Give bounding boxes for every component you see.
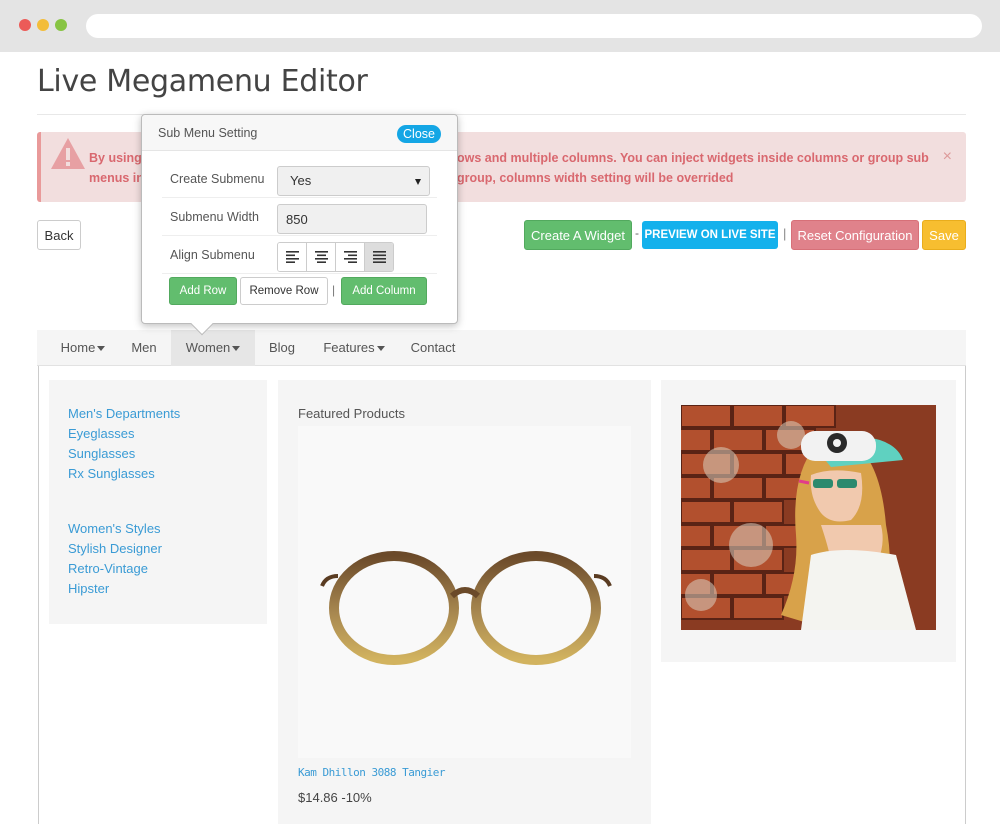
- add-row-button[interactable]: Add Row: [169, 277, 237, 305]
- link-womens-styles[interactable]: Women's Styles: [68, 521, 161, 536]
- page-content: Live Megamenu Editor By using ows and mu…: [0, 52, 1000, 824]
- product-price: $14.86 -10%: [298, 790, 372, 805]
- submenu-width-input[interactable]: [277, 204, 427, 234]
- link-stylish-designer[interactable]: Stylish Designer: [68, 541, 162, 556]
- image-column: [661, 380, 956, 662]
- popup-button-separator: |: [332, 283, 336, 297]
- menu-item-label: Features: [323, 340, 375, 355]
- page-title: Live Megamenu Editor: [37, 64, 368, 99]
- alert-line2-start: menus in: [89, 171, 144, 185]
- reset-configuration-button[interactable]: Reset Configuration: [791, 220, 919, 250]
- align-right-button[interactable]: [336, 243, 365, 271]
- menu-item-label: Men: [131, 340, 157, 355]
- menu-item-label: Home: [60, 340, 96, 355]
- align-right-icon: [344, 251, 357, 263]
- select-arrow-icon: [415, 179, 421, 185]
- menu-item-label: Contact: [410, 340, 456, 355]
- caret-down-icon: [97, 346, 106, 352]
- alert-line1-end: ows and multiple columns. You can inject…: [457, 151, 929, 165]
- link-hipster[interactable]: Hipster: [68, 581, 109, 596]
- model-photo-icon: [681, 405, 936, 630]
- popup-header: Sub Menu Setting Close: [142, 115, 457, 151]
- popup-close-button[interactable]: Close: [397, 125, 441, 143]
- back-button[interactable]: Back: [37, 220, 81, 250]
- window-close-dot[interactable]: [19, 19, 31, 31]
- caret-down-icon: [232, 346, 241, 352]
- menu-item-home[interactable]: Home: [47, 330, 119, 366]
- link-sunglasses[interactable]: Sunglasses: [68, 446, 135, 461]
- megamenu-dropdown: Men's Departments Eyeglasses Sunglasses …: [38, 366, 966, 824]
- featured-products-title: Featured Products: [298, 406, 405, 421]
- create-submenu-label: Create Submenu: [170, 172, 265, 186]
- submenu-width-row: Submenu Width: [162, 198, 437, 236]
- save-button[interactable]: Save: [922, 220, 966, 250]
- align-button-group: [277, 242, 394, 272]
- banner-image[interactable]: [681, 405, 936, 630]
- align-justify-button[interactable]: [365, 243, 393, 271]
- window-minimize-dot[interactable]: [37, 19, 49, 31]
- create-submenu-select[interactable]: Yes: [277, 166, 430, 196]
- browser-chrome: [0, 0, 1000, 52]
- featured-products-column: Featured Products Kam Dhillon 3088 Tangi…: [278, 380, 651, 824]
- toolbar-separator-pipe: |: [783, 226, 787, 241]
- link-eyeglasses[interactable]: Eyeglasses: [68, 426, 134, 441]
- menu-item-men[interactable]: Men: [123, 330, 165, 366]
- submenu-width-label: Submenu Width: [170, 210, 259, 224]
- alert-line2-end: group, columns width setting will be ove…: [457, 171, 734, 185]
- create-widget-button[interactable]: Create A Widget: [524, 220, 632, 250]
- menu-item-blog[interactable]: Blog: [261, 330, 303, 366]
- product-name-link[interactable]: Kam Dhillon 3088 Tangier: [298, 766, 445, 779]
- address-bar[interactable]: [86, 14, 982, 38]
- preview-live-site-button[interactable]: PREVIEW ON LIVE SITE: [642, 221, 778, 249]
- popup-title: Sub Menu Setting: [158, 126, 258, 140]
- warning-icon: [51, 138, 85, 169]
- toolbar-separator: -: [635, 226, 639, 240]
- megamenu-bar: Home Men Women Blog Features Contact: [37, 330, 966, 366]
- align-center-icon: [315, 251, 328, 263]
- link-mens-departments[interactable]: Men's Departments: [68, 406, 180, 421]
- menu-item-contact[interactable]: Contact: [405, 330, 461, 366]
- align-left-icon: [286, 251, 299, 263]
- alert-close-icon[interactable]: ×: [943, 148, 952, 166]
- align-center-button[interactable]: [307, 243, 336, 271]
- window-maximize-dot[interactable]: [55, 19, 67, 31]
- remove-row-button[interactable]: Remove Row: [240, 277, 328, 305]
- add-column-button[interactable]: Add Column: [341, 277, 427, 305]
- link-rx-sunglasses[interactable]: Rx Sunglasses: [68, 466, 155, 481]
- eyeglasses-icon: [320, 551, 612, 665]
- menu-item-label: Blog: [268, 340, 296, 355]
- product-image[interactable]: [298, 426, 631, 758]
- alert-line1-start: By using: [89, 151, 142, 165]
- caret-down-icon: [376, 346, 385, 352]
- align-submenu-row: Align Submenu: [162, 236, 437, 274]
- create-submenu-row: Create Submenu Yes: [162, 160, 437, 198]
- menu-item-features[interactable]: Features: [317, 330, 391, 366]
- align-submenu-label: Align Submenu: [170, 248, 255, 262]
- links-column: Men's Departments Eyeglasses Sunglasses …: [49, 380, 267, 624]
- menu-item-women[interactable]: Women: [171, 330, 255, 366]
- submenu-setting-popup: Sub Menu Setting Close Create Submenu Ye…: [141, 114, 458, 336]
- link-retro-vintage[interactable]: Retro-Vintage: [68, 561, 148, 576]
- align-left-button[interactable]: [278, 243, 307, 271]
- create-submenu-value: Yes: [290, 173, 312, 188]
- align-justify-icon: [373, 251, 386, 263]
- menu-item-label: Women: [185, 340, 231, 355]
